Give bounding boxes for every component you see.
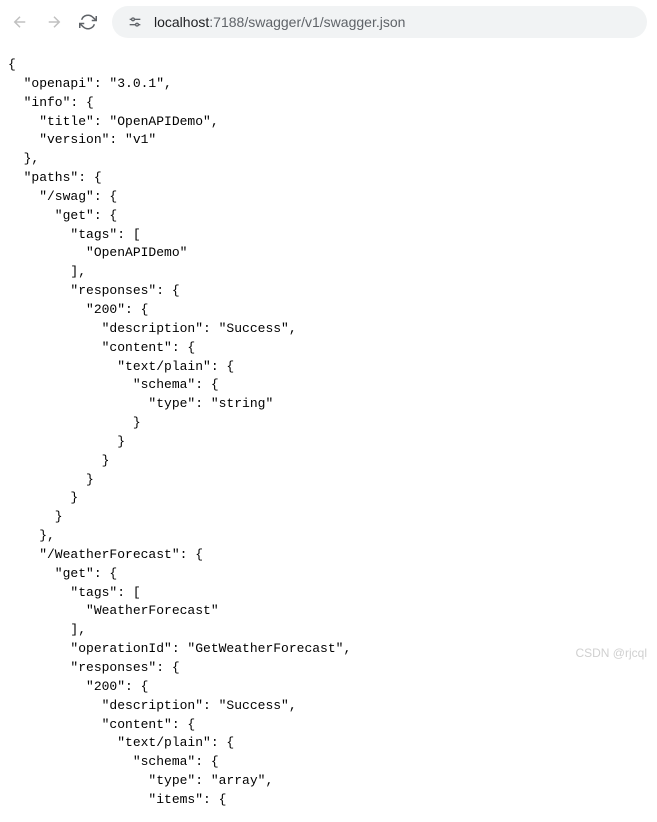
json-line: "/swag": { <box>8 189 117 204</box>
url-path: /swagger/v1/swagger.json <box>244 14 405 30</box>
json-line: "/WeatherForecast": { <box>8 547 203 562</box>
json-line: ], <box>8 264 86 279</box>
json-line: "operationId": "GetWeatherForecast", <box>8 641 351 656</box>
site-settings-icon[interactable] <box>126 15 144 29</box>
json-line: "200": { <box>8 679 148 694</box>
json-line: } <box>8 453 109 468</box>
url-port: :7188 <box>209 14 244 30</box>
json-line: "tags": [ <box>8 585 141 600</box>
reload-button[interactable] <box>78 12 98 32</box>
json-line: } <box>8 490 78 505</box>
json-line: "responses": { <box>8 283 180 298</box>
url-text: localhost:7188/swagger/v1/swagger.json <box>154 14 405 30</box>
json-line: "content": { <box>8 717 195 732</box>
json-line: "description": "Success", <box>8 698 297 713</box>
json-line: "tags": [ <box>8 227 141 242</box>
json-line: "get": { <box>8 566 117 581</box>
json-line: "schema": { <box>8 754 219 769</box>
json-line: "items": { <box>8 792 226 807</box>
json-content: { "openapi": "3.0.1", "info": { "title":… <box>0 44 657 822</box>
json-line: "info": { <box>8 95 94 110</box>
json-line: }, <box>8 151 39 166</box>
json-line: "OpenAPIDemo" <box>8 245 187 260</box>
json-line: "title": "OpenAPIDemo", <box>8 114 219 129</box>
json-line: } <box>8 415 141 430</box>
json-line: }, <box>8 528 55 543</box>
json-line: { <box>8 57 16 72</box>
json-line: "WeatherForecast" <box>8 603 219 618</box>
json-line: "text/plain": { <box>8 735 234 750</box>
forward-button[interactable] <box>44 12 64 32</box>
json-line: "text/plain": { <box>8 359 234 374</box>
json-line: } <box>8 509 63 524</box>
json-line: ], <box>8 622 86 637</box>
address-bar[interactable]: localhost:7188/swagger/v1/swagger.json <box>112 6 647 38</box>
json-line: "version": "v1" <box>8 132 156 147</box>
json-line: } <box>8 434 125 449</box>
json-line: "openapi": "3.0.1", <box>8 76 172 91</box>
browser-toolbar: localhost:7188/swagger/v1/swagger.json <box>0 0 657 44</box>
back-button[interactable] <box>10 12 30 32</box>
json-line: "responses": { <box>8 660 180 675</box>
json-line: "get": { <box>8 208 117 223</box>
json-line: "content": { <box>8 340 195 355</box>
url-host: localhost <box>154 14 209 30</box>
json-line: "type": "array", <box>8 773 273 788</box>
json-line: "description": "Success", <box>8 321 297 336</box>
watermark: CSDN @rjcql <box>575 646 647 660</box>
json-line: "type": "string" <box>8 396 273 411</box>
json-line: } <box>8 472 94 487</box>
json-line: "200": { <box>8 302 148 317</box>
json-line: "schema": { <box>8 377 219 392</box>
json-line: "paths": { <box>8 170 102 185</box>
